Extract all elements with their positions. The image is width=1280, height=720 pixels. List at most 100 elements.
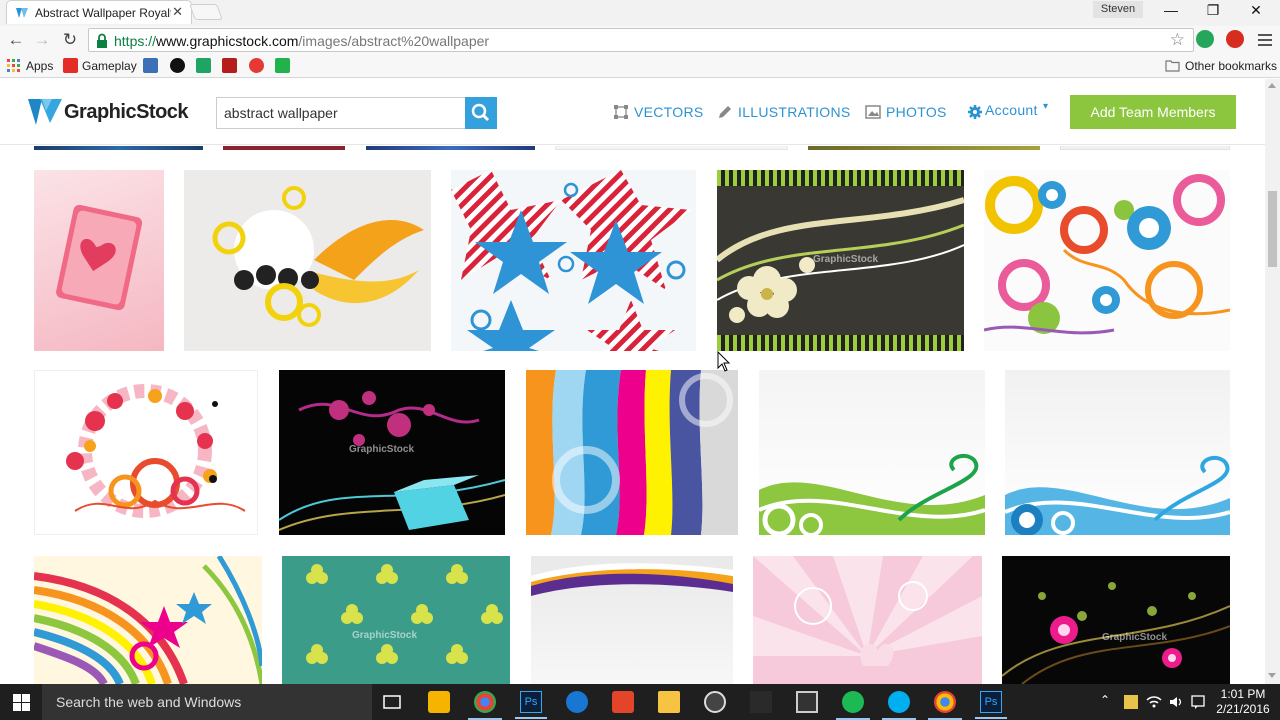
result-thumbnail-heart-card[interactable] [34,170,164,351]
photo-icon [865,105,881,119]
scroll-up-icon[interactable] [1268,83,1276,88]
chevron-down-icon[interactable]: ▾ [1043,101,1048,112]
result-thumbnail[interactable] [1060,146,1230,150]
taskbar-clock[interactable]: 1:01 PM 2/21/2016 [1212,687,1274,717]
skype-icon[interactable] [882,691,916,720]
bookmark-other[interactable]: Other bookmarks [1185,58,1277,74]
app-icon-3[interactable] [612,691,634,713]
photoshop-taskbar-icon-2[interactable]: Ps [975,691,1007,719]
result-thumbnail-clover-pattern[interactable]: GraphicStock [282,556,510,684]
apps-grid-icon[interactable] [6,58,21,73]
tab-title: Abstract Wallpaper Royalty [35,6,171,20]
scroll-down-icon[interactable] [1268,673,1276,678]
nav-vectors[interactable]: VECTORS [634,104,704,120]
site-logo[interactable]: GraphicStock [64,101,189,124]
result-thumbnail[interactable] [808,146,1040,150]
result-thumbnail-rainbow-stars[interactable] [34,556,262,684]
result-thumbnail-gift-box[interactable]: GraphicStock [279,370,505,535]
site-header: GraphicStock VECTORS ILLUSTRATIONS PHOTO… [0,79,1265,145]
folder-icon [1165,60,1180,72]
page-scrollbar[interactable] [1265,79,1280,684]
app-icon-5[interactable] [750,691,772,713]
color-bands-art [526,370,738,535]
app-icon-1[interactable] [428,691,450,713]
chevron-up-icon[interactable]: ⌃ [1100,693,1110,707]
bookmark-star-icon[interactable]: ☆ [1170,30,1185,50]
nav-account[interactable]: Account [985,102,1038,118]
nav-illustrations[interactable]: ILLUSTRATIONS [738,104,851,120]
result-thumbnail-neon-flowers[interactable]: GraphicStock [1002,556,1230,684]
app-icon-6[interactable] [796,691,818,713]
sheets-icon[interactable] [196,58,211,73]
chrome-menu-icon[interactable] [1258,34,1272,46]
bookmarks-bar: Apps Gameplay Other bookmarks [0,54,1280,78]
clock-date: 2/21/2016 [1216,702,1270,716]
watermark: GraphicStock [813,254,879,265]
minimize-icon[interactable]: — [1160,2,1182,20]
bookmark-icon-3[interactable] [222,58,237,73]
chrome-taskbar-icon[interactable] [468,691,502,720]
browser-tab[interactable]: Abstract Wallpaper Royalty ✕ [6,0,192,24]
tab-close-icon[interactable]: ✕ [172,4,183,20]
result-thumbnail-color-bands[interactable] [526,370,738,535]
scrollbar-thumb[interactable] [1268,191,1277,267]
windows-taskbar: Search the web and Windows Ps Ps ⌃ 1:01 … [0,684,1280,720]
taskbar-search-box[interactable]: Search the web and Windows [42,684,372,720]
close-window-icon[interactable]: ✕ [1245,2,1267,20]
bookmark-icon-2[interactable] [170,58,185,73]
spotify-icon[interactable] [836,691,870,720]
browser-toolbar: ← → ↻ https://www.graphicstock.com/image… [0,26,1280,54]
photoshop-taskbar-icon[interactable]: Ps [515,691,547,719]
tray-app-icon[interactable] [1124,695,1138,709]
circles-splash-art [212,186,424,327]
grammarly-extension-icon[interactable] [1196,30,1214,48]
volume-icon[interactable] [1168,694,1184,710]
graphicstock-favicon-icon [16,8,28,18]
bookmark-icon-4[interactable] [249,58,264,73]
result-thumbnail-retro-circles[interactable] [984,170,1230,351]
result-thumbnail-stars[interactable] [451,170,696,351]
result-thumbnail[interactable] [366,146,535,150]
add-team-members-button[interactable]: Add Team Members [1070,95,1236,129]
search-button[interactable] [465,97,497,129]
floral-wreath-art [66,384,246,518]
new-tab-button[interactable] [189,4,223,20]
forward-icon[interactable]: → [31,30,53,50]
result-thumbnail-blue-wave[interactable] [1005,370,1230,535]
chrome-taskbar-icon-2[interactable] [928,691,962,720]
bookmark-icon-5[interactable] [275,58,290,73]
result-thumbnail-floral-wreath[interactable] [34,370,258,535]
app-icon-2[interactable] [566,691,588,713]
youtube-icon[interactable] [63,58,78,73]
result-thumbnail-green-wave[interactable] [759,370,985,535]
result-thumbnail[interactable] [223,146,345,150]
graphicstock-logo-icon[interactable] [28,97,62,127]
profile-name[interactable]: Steven [1093,1,1143,18]
heart-card-art [56,204,143,311]
nav-photos[interactable]: PHOTOS [886,104,947,120]
notification-icon[interactable] [1190,694,1206,710]
wifi-icon[interactable] [1146,694,1162,710]
address-bar[interactable]: https://www.graphicstock.com/images/abst… [88,28,1194,52]
clover-pattern-art [306,564,503,664]
band-art [531,563,733,596]
task-view-icon[interactable] [381,691,403,713]
restore-icon[interactable]: ❐ [1202,2,1224,20]
bookmark-apps[interactable]: Apps [26,58,53,74]
opera-extension-icon[interactable] [1226,30,1244,48]
back-icon[interactable]: ← [5,30,27,50]
windows-start-icon[interactable] [13,694,30,711]
result-thumbnail-flowers-wave[interactable]: GraphicStock [717,170,964,351]
app-icon-4[interactable] [704,691,726,713]
search-input[interactable] [217,98,457,128]
result-thumbnail-purple-orange-band[interactable] [531,556,733,684]
bookmark-gameplay[interactable]: Gameplay [82,58,137,74]
retro-circles-art [984,174,1230,335]
result-thumbnail-circles-splash[interactable] [184,170,431,351]
file-explorer-icon[interactable] [658,691,680,713]
result-thumbnail[interactable] [555,146,788,150]
result-thumbnail[interactable] [34,146,203,150]
result-thumbnail-pink-burst[interactable] [753,556,982,684]
bookmark-icon-1[interactable] [143,58,158,73]
reload-icon[interactable]: ↻ [59,30,81,50]
